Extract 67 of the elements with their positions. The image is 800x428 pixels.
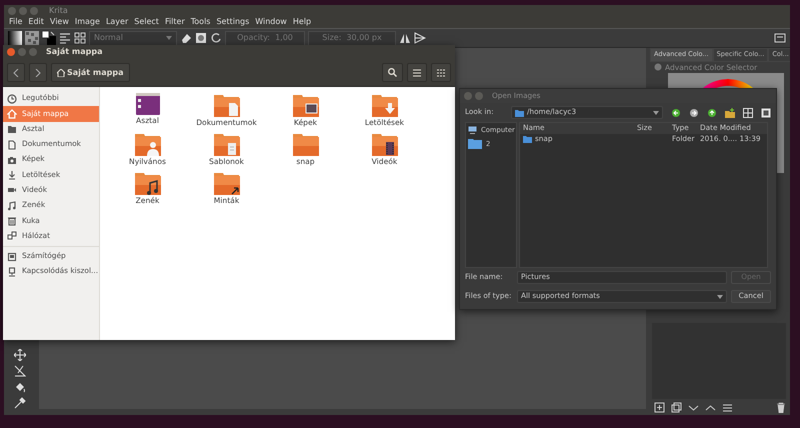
menu-item[interactable]: Settings bbox=[216, 17, 250, 27]
list-view-button[interactable] bbox=[407, 63, 427, 82]
chevron-left-icon bbox=[13, 68, 19, 76]
move-icon[interactable] bbox=[14, 349, 26, 361]
window-title: Saját mappa bbox=[46, 47, 102, 57]
computer-icon bbox=[7, 252, 17, 262]
folder-icon bbox=[515, 108, 524, 116]
desktop-icon[interactable] bbox=[136, 93, 160, 115]
search-button[interactable] bbox=[382, 63, 403, 82]
gradient-icon[interactable] bbox=[8, 31, 22, 45]
menu-item[interactable]: File bbox=[9, 17, 22, 27]
monitor-icon bbox=[468, 126, 477, 134]
menu-item[interactable]: Layer bbox=[106, 17, 128, 27]
up-icon[interactable] bbox=[707, 108, 717, 118]
list-view-icon[interactable] bbox=[761, 108, 771, 118]
menu-item[interactable]: Help bbox=[292, 17, 312, 27]
presets-icon[interactable] bbox=[74, 32, 86, 44]
menu-item[interactable]: Edit bbox=[28, 17, 44, 27]
network-icon bbox=[7, 231, 17, 242]
menu-item[interactable]: Window bbox=[255, 17, 287, 27]
caret-icon bbox=[166, 36, 172, 40]
window-title: Krita bbox=[49, 6, 68, 16]
menu-item[interactable]: Filter bbox=[164, 17, 185, 27]
folder-icon[interactable] bbox=[134, 171, 160, 196]
color-swatch-icon[interactable] bbox=[42, 31, 56, 45]
menu-item[interactable]: Image bbox=[74, 17, 100, 27]
trash-icon bbox=[7, 216, 17, 226]
detail-view-icon[interactable] bbox=[743, 108, 753, 118]
menu-item[interactable]: Tools bbox=[190, 17, 210, 27]
folder-icon bbox=[7, 124, 17, 134]
path-button[interactable]: Saját mappa bbox=[51, 63, 130, 82]
forward-icon[interactable] bbox=[689, 108, 699, 118]
document-icon bbox=[7, 140, 17, 150]
server-icon bbox=[7, 266, 17, 277]
menu-item[interactable]: View bbox=[50, 17, 69, 27]
download-icon bbox=[7, 170, 17, 180]
folder-icon bbox=[523, 136, 532, 143]
trash-icon[interactable] bbox=[776, 402, 786, 412]
search-icon bbox=[388, 68, 397, 77]
grid-icon bbox=[437, 68, 445, 76]
duplicate-icon[interactable] bbox=[671, 402, 682, 412]
add-layer-icon[interactable] bbox=[654, 402, 665, 412]
back-button[interactable] bbox=[7, 63, 25, 82]
palette-icon bbox=[654, 63, 662, 72]
camera-icon bbox=[7, 154, 17, 165]
properties-icon[interactable] bbox=[722, 402, 733, 412]
list-icon bbox=[413, 68, 421, 76]
caret-icon bbox=[717, 294, 723, 298]
home-icon bbox=[7, 108, 17, 119]
forward-button[interactable] bbox=[29, 63, 47, 82]
brush-settings-icon[interactable] bbox=[59, 32, 71, 44]
home-icon bbox=[57, 68, 65, 76]
folder-icon[interactable] bbox=[214, 171, 240, 196]
new-folder-icon[interactable] bbox=[725, 108, 735, 118]
music-note-icon bbox=[7, 200, 17, 211]
caret-icon bbox=[653, 110, 659, 114]
alpha-lock-icon[interactable] bbox=[195, 32, 207, 44]
chevron-right-icon bbox=[35, 68, 41, 76]
menu-item[interactable]: Select bbox=[134, 17, 159, 27]
folder-icon[interactable] bbox=[372, 132, 398, 156]
clock-icon bbox=[7, 94, 17, 104]
grid-view-button[interactable] bbox=[431, 63, 451, 82]
folder-icon bbox=[468, 138, 482, 150]
folder-icon[interactable] bbox=[292, 93, 318, 117]
back-icon[interactable] bbox=[671, 108, 681, 118]
workspace-icon[interactable] bbox=[774, 32, 786, 44]
close-button[interactable] bbox=[7, 48, 15, 56]
